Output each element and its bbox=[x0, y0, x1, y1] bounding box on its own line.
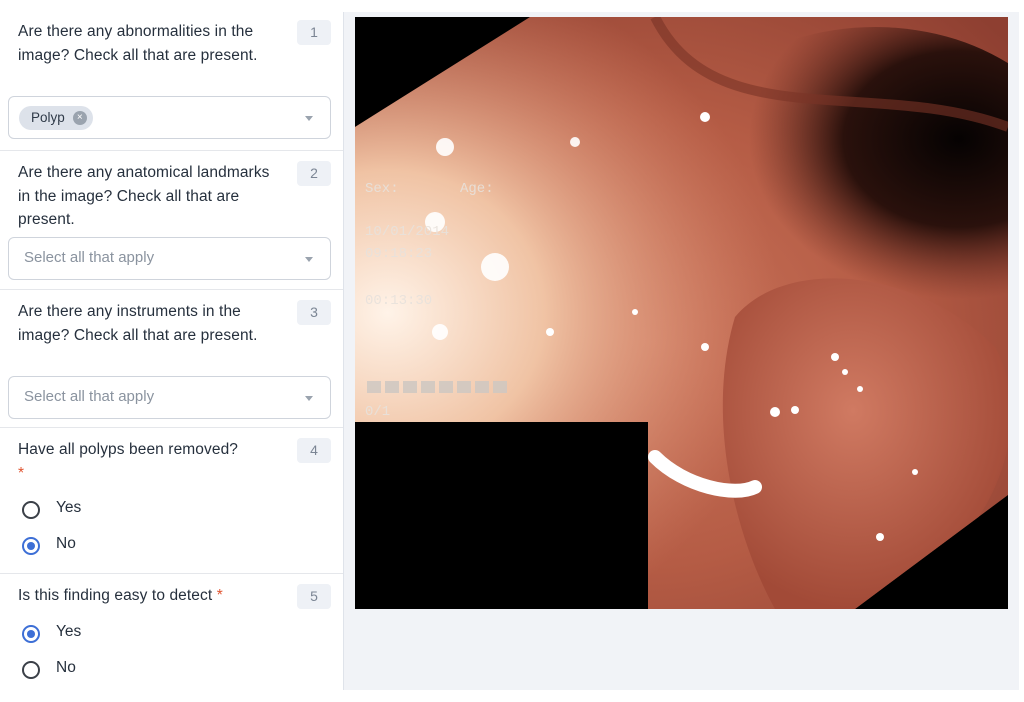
radio-label: Yes bbox=[56, 499, 82, 516]
instruments-placeholder: Select all that apply bbox=[24, 388, 155, 405]
overlay-elapsed: 00:13:30 bbox=[365, 293, 432, 309]
overlay-sex-label: Sex: bbox=[365, 181, 399, 197]
radio-button-selected[interactable] bbox=[22, 625, 40, 643]
question-3-text: Are there any instruments in the image? … bbox=[18, 303, 258, 344]
question-4: Have all polyps been removed? * 4 Yes No bbox=[0, 428, 343, 574]
question-2-number: 2 bbox=[297, 161, 331, 186]
chevron-down-icon[interactable] bbox=[305, 396, 313, 401]
question-2-text: Are there any anatomical landmarks in th… bbox=[18, 164, 270, 228]
overlay-time: 09:18:23 bbox=[365, 246, 432, 262]
overlay-counter: 0/1 bbox=[365, 404, 390, 420]
radio-button[interactable] bbox=[22, 661, 40, 679]
radio-button-selected[interactable] bbox=[22, 537, 40, 555]
chip-label: Polyp bbox=[31, 110, 65, 125]
landmarks-placeholder: Select all that apply bbox=[24, 249, 155, 266]
question-4-text-block: Have all polyps been removed? * bbox=[18, 438, 293, 485]
radio-label: Yes bbox=[56, 623, 82, 640]
required-mark: * bbox=[18, 464, 25, 482]
question-5: Is this finding easy to detect * 5 Yes N… bbox=[0, 574, 343, 702]
overlay-date: 10/01/2014 bbox=[365, 224, 449, 240]
chevron-down-icon[interactable] bbox=[305, 116, 313, 121]
abnormalities-multiselect[interactable]: Polyp × bbox=[8, 96, 331, 139]
radio-label: No bbox=[56, 659, 76, 676]
question-1-number: 1 bbox=[297, 20, 331, 45]
chevron-down-icon[interactable] bbox=[305, 257, 313, 262]
question-2: Are there any anatomical landmarks in th… bbox=[0, 151, 343, 290]
landmarks-multiselect[interactable]: Select all that apply bbox=[8, 237, 331, 280]
question-4-number: 4 bbox=[297, 438, 331, 463]
question-5-text-block: Is this finding easy to detect * bbox=[18, 584, 293, 608]
question-5-number: 5 bbox=[297, 584, 331, 609]
required-mark: * bbox=[216, 587, 223, 604]
instruments-multiselect[interactable]: Select all that apply bbox=[8, 376, 331, 419]
radio-button[interactable] bbox=[22, 501, 40, 519]
question-1: Are there any abnormalities in the image… bbox=[0, 0, 343, 151]
questionnaire-panel: Are there any abnormalities in the image… bbox=[0, 0, 343, 702]
selected-chip-polyp: Polyp × bbox=[19, 106, 93, 130]
close-icon[interactable]: × bbox=[72, 111, 87, 125]
question-4-text: Have all polyps been removed? bbox=[18, 441, 239, 458]
radio-label: No bbox=[56, 535, 76, 552]
endoscopy-image-graphic: Sex: Age: 10/01/2014 09:18:23 00:13:30 0… bbox=[355, 17, 1008, 609]
question-3-number: 3 bbox=[297, 300, 331, 325]
question-1-text: Are there any abnormalities in the image… bbox=[18, 23, 258, 64]
question-5-text: Is this finding easy to detect bbox=[18, 587, 213, 604]
endoscopy-image: Sex: Age: 10/01/2014 09:18:23 00:13:30 0… bbox=[355, 17, 1008, 609]
image-viewer: Sex: Age: 10/01/2014 09:18:23 00:13:30 0… bbox=[343, 12, 1019, 690]
question-3: Are there any instruments in the image? … bbox=[0, 290, 343, 428]
overlay-age-label: Age: bbox=[460, 181, 494, 197]
